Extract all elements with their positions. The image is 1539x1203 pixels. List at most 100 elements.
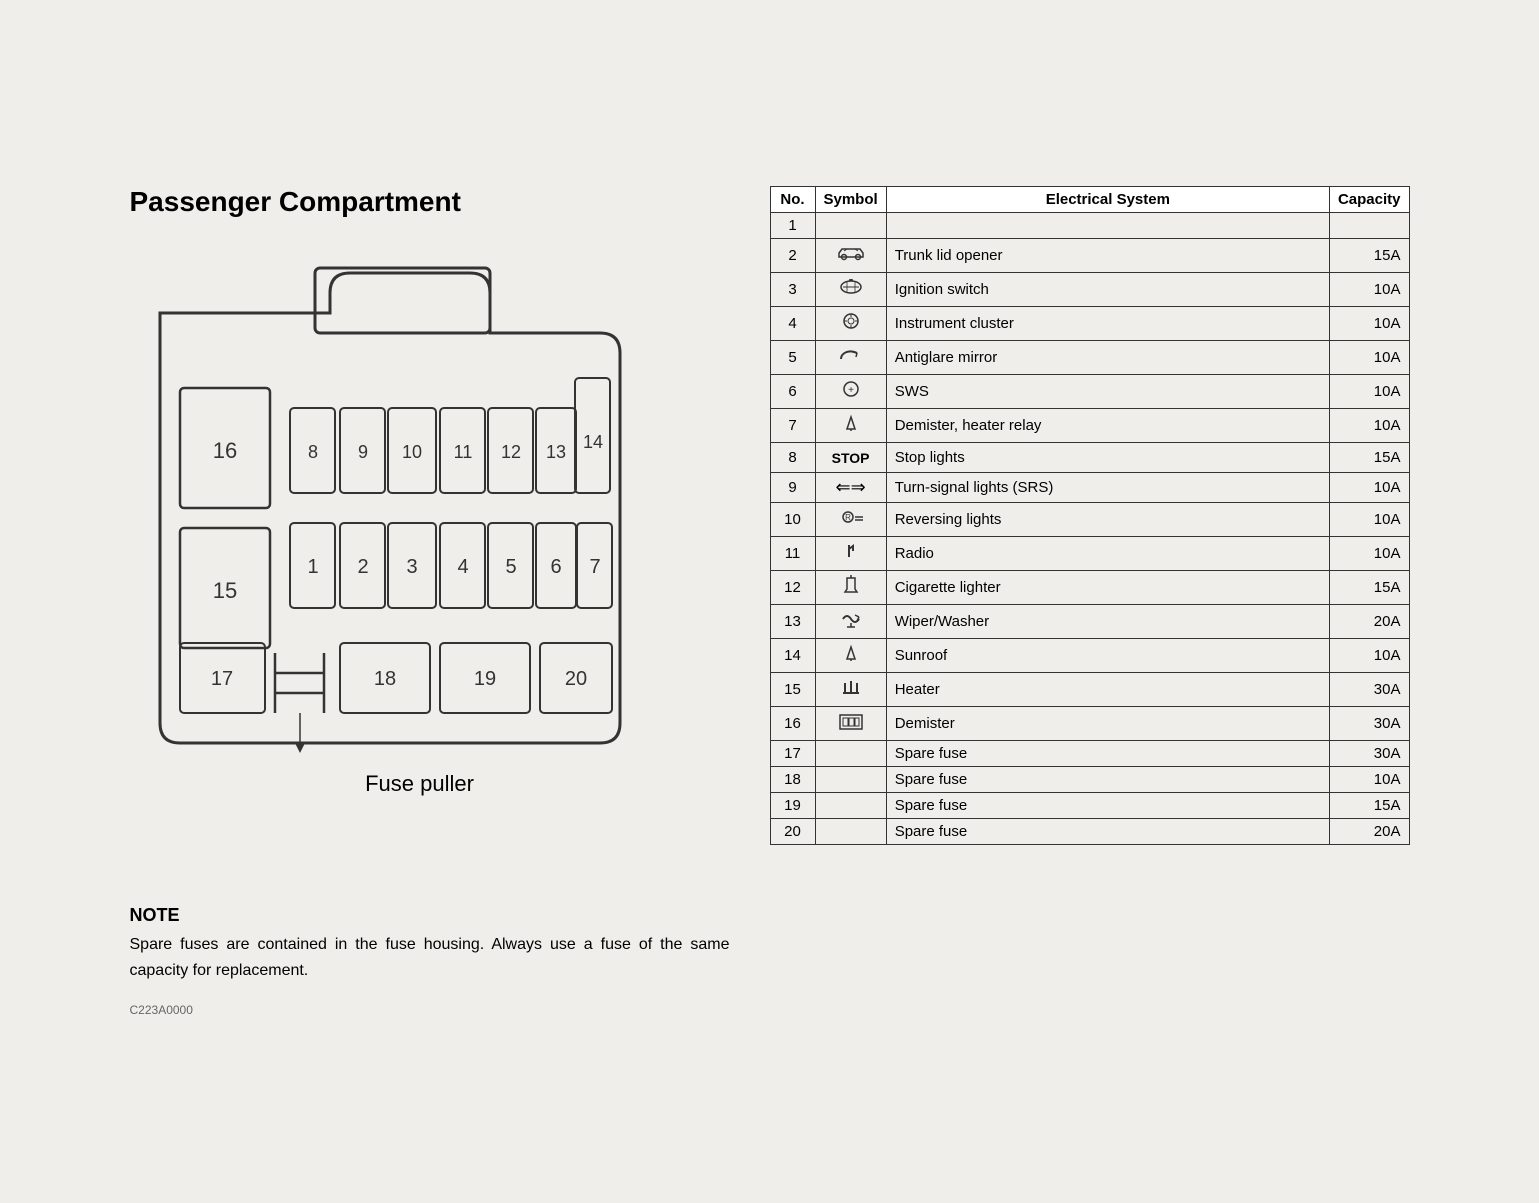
fuse-no: 5: [770, 340, 815, 374]
table-row: 4 Instrument cluster 10A: [770, 306, 1409, 340]
fuse-no: 10: [770, 502, 815, 536]
fuse-no: 3: [770, 272, 815, 306]
fuse-capacity: 10A: [1329, 638, 1409, 672]
fuse-system: Cigarette lighter: [886, 570, 1329, 604]
fuse-capacity: 15A: [1329, 442, 1409, 472]
table-row: 6 + SWS 10A: [770, 374, 1409, 408]
fuse-system: Spare fuse: [886, 740, 1329, 766]
fuse-system: Heater: [886, 672, 1329, 706]
svg-text:6: 6: [550, 556, 561, 578]
fuse-symbol: [815, 766, 886, 792]
fuse-capacity: 30A: [1329, 706, 1409, 740]
fuse-system: Demister, heater relay: [886, 408, 1329, 442]
svg-text:16: 16: [212, 438, 236, 463]
col-header-system: Electrical System: [886, 186, 1329, 212]
fuse-system: Reversing lights: [886, 502, 1329, 536]
fuse-no: 1: [770, 212, 815, 238]
table-row: 10 R Reversing lights 10A: [770, 502, 1409, 536]
table-row: 11 Radio 10A: [770, 536, 1409, 570]
svg-text:15: 15: [212, 578, 236, 603]
svg-text:9: 9: [357, 442, 367, 462]
svg-text:4: 4: [457, 556, 468, 578]
fuse-system: Spare fuse: [886, 766, 1329, 792]
fuse-system: Ignition switch: [886, 272, 1329, 306]
svg-text:10: 10: [401, 442, 421, 462]
fuse-symbol: [815, 536, 886, 570]
page-container: Passenger Compartment 16 15: [70, 146, 1470, 1057]
fuse-box-diagram: 16 15 8 9 10 11: [130, 233, 650, 763]
fuse-diagram-svg: 16 15 8 9 10 11: [130, 233, 650, 763]
fuse-symbol: [815, 238, 886, 272]
note-section: NOTE Spare fuses are contained in the fu…: [130, 905, 730, 983]
fuse-no: 2: [770, 238, 815, 272]
fuse-capacity: 15A: [1329, 792, 1409, 818]
fuse-system: Spare fuse: [886, 792, 1329, 818]
svg-text:19: 19: [473, 668, 495, 690]
bottom-code: C223A0000: [130, 1003, 1410, 1017]
svg-text:2: 2: [357, 556, 368, 578]
svg-text:14: 14: [582, 432, 602, 452]
fuse-system: Stop lights: [886, 442, 1329, 472]
fuse-symbol: [815, 212, 886, 238]
fuse-system: Spare fuse: [886, 818, 1329, 844]
fuse-symbol: ⇐⇒: [815, 472, 886, 502]
table-row: 20 Spare fuse 20A: [770, 818, 1409, 844]
fuse-system: Turn-signal lights (SRS): [886, 472, 1329, 502]
fuse-system: Sunroof: [886, 638, 1329, 672]
fuse-symbol: [815, 818, 886, 844]
fuse-capacity: 10A: [1329, 340, 1409, 374]
fuse-symbol: +: [815, 374, 886, 408]
table-row: 3 Ignition switch 10A: [770, 272, 1409, 306]
fuse-capacity: 10A: [1329, 472, 1409, 502]
note-title: NOTE: [130, 905, 730, 926]
svg-text:18: 18: [373, 668, 395, 690]
fuse-capacity: 30A: [1329, 672, 1409, 706]
table-row: 19 Spare fuse 15A: [770, 792, 1409, 818]
stop-symbol: STOP: [832, 450, 870, 466]
svg-text:R: R: [845, 513, 851, 522]
fuse-no: 8: [770, 442, 815, 472]
svg-text:11: 11: [453, 442, 472, 462]
table-row: 8 STOP Stop lights 15A: [770, 442, 1409, 472]
table-row: 1: [770, 212, 1409, 238]
fuse-no: 13: [770, 604, 815, 638]
fuse-capacity: 20A: [1329, 604, 1409, 638]
fuse-capacity: 30A: [1329, 740, 1409, 766]
table-row: 13 Wiper/Washer 20A: [770, 604, 1409, 638]
fuse-symbol: [815, 408, 886, 442]
fuse-capacity: 20A: [1329, 818, 1409, 844]
table-row: 9 ⇐⇒ Turn-signal lights (SRS) 10A: [770, 472, 1409, 502]
fuse-no: 6: [770, 374, 815, 408]
fuse-symbol: [815, 706, 886, 740]
table-row: 2 Trunk lid opener 15A: [770, 238, 1409, 272]
table-row: 18 Spare fuse 10A: [770, 766, 1409, 792]
svg-text:+: +: [848, 385, 854, 396]
fuse-no: 7: [770, 408, 815, 442]
table-row: 17 Spare fuse 30A: [770, 740, 1409, 766]
fuse-system: SWS: [886, 374, 1329, 408]
fuse-symbol: STOP: [815, 442, 886, 472]
fuse-capacity: 15A: [1329, 238, 1409, 272]
fuse-system: Demister: [886, 706, 1329, 740]
table-row: 12 Cigarette lighter 15A: [770, 570, 1409, 604]
table-row: 5 Antiglare mirror 10A: [770, 340, 1409, 374]
fuse-no: 17: [770, 740, 815, 766]
table-row: 7 Demister, heater relay 10A: [770, 408, 1409, 442]
col-header-capacity: Capacity: [1329, 186, 1409, 212]
svg-text:7: 7: [589, 556, 600, 578]
fuse-symbol: [815, 604, 886, 638]
fuse-system: [886, 212, 1329, 238]
svg-text:12: 12: [500, 442, 520, 462]
fuse-no: 16: [770, 706, 815, 740]
fuse-no: 4: [770, 306, 815, 340]
svg-text:5: 5: [505, 556, 516, 578]
fuse-capacity: 10A: [1329, 306, 1409, 340]
fuse-no: 14: [770, 638, 815, 672]
fuse-capacity: 10A: [1329, 766, 1409, 792]
section-title: Passenger Compartment: [130, 186, 710, 218]
diagram-section: Passenger Compartment 16 15: [130, 186, 710, 797]
svg-text:1: 1: [307, 556, 318, 578]
svg-text:3: 3: [406, 556, 417, 578]
col-header-symbol: Symbol: [815, 186, 886, 212]
fuse-symbol: [815, 672, 886, 706]
